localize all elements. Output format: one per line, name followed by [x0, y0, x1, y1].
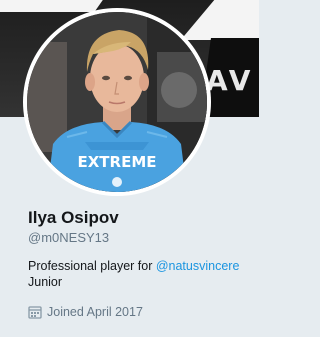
joined-text: Joined April 2017	[47, 305, 143, 319]
avatar-photo: EXTREME	[27, 12, 207, 192]
banner-text: AV	[206, 64, 254, 97]
profile-bio: Professional player for @natusvincere Jun…	[28, 258, 253, 290]
avatar[interactable]: EXTREME	[27, 12, 207, 192]
bio-text: Professional player for	[28, 259, 156, 273]
joined-date: Joined April 2017	[28, 305, 143, 319]
calendar-icon	[28, 306, 42, 319]
bio-suffix: Junior	[28, 275, 63, 289]
shirt-text: EXTREME	[77, 153, 156, 171]
profile-name[interactable]: Ilya Osipov	[28, 208, 119, 228]
profile-handle[interactable]: @m0NESY13	[28, 230, 109, 245]
bio-mention-link[interactable]: @natusvincere	[156, 259, 240, 273]
avatar-frame[interactable]: EXTREME	[23, 8, 211, 196]
banner-slash-left	[0, 0, 106, 12]
